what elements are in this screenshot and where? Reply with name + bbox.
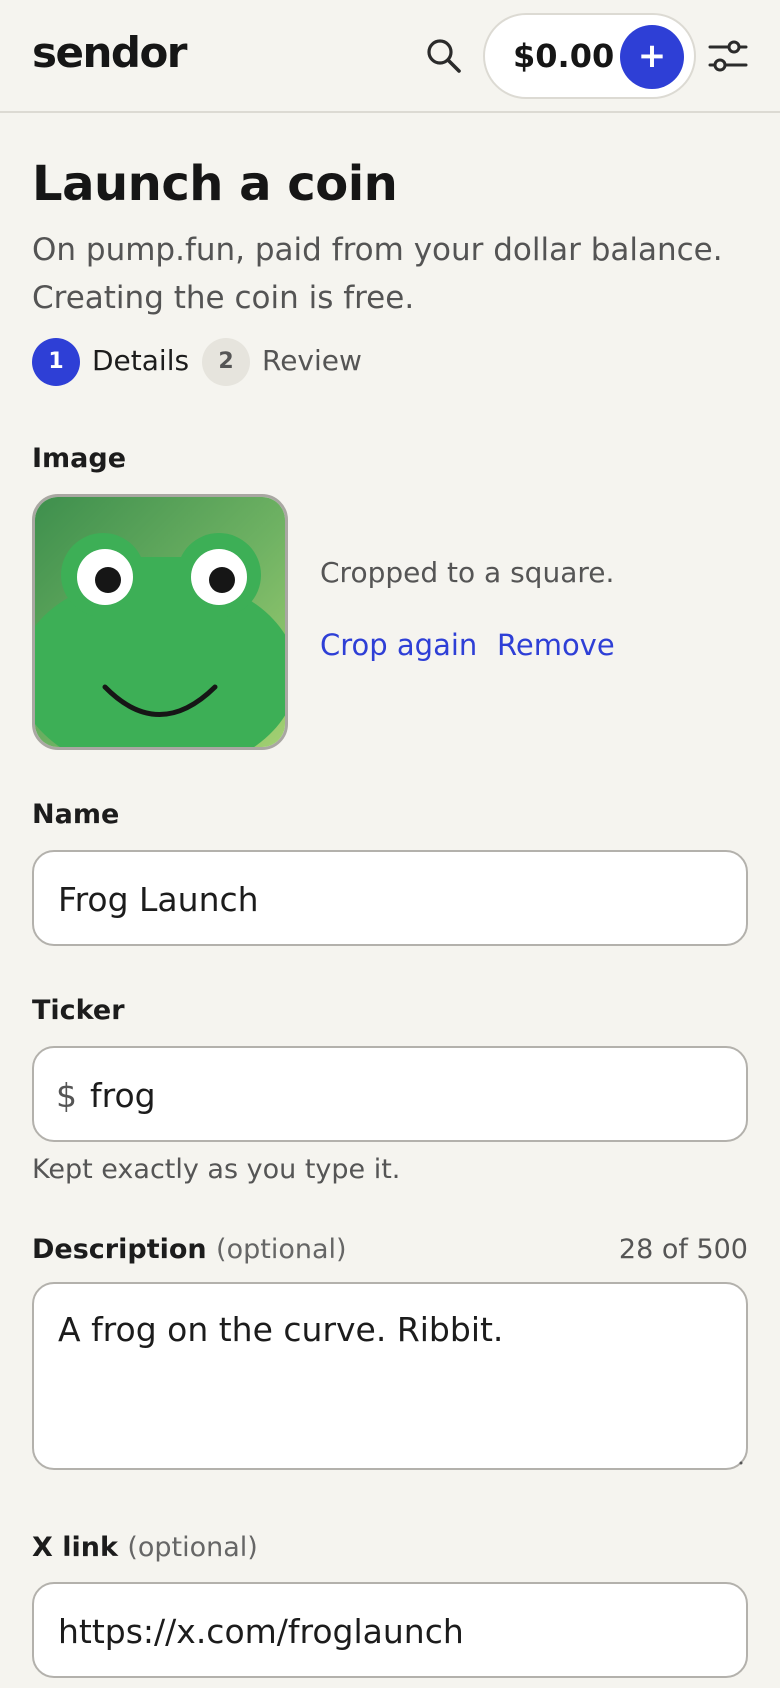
balance-pill[interactable]: $0.00 + [483,13,696,99]
description-char-counter: 28 of 500 [618,1234,748,1265]
ticker-input[interactable]: $ frog [32,1046,748,1142]
description-optional-tag: (optional) [216,1234,347,1265]
image-label: Image [32,443,127,474]
description-textarea[interactable]: A frog on the curve. Ribbit. [32,1282,748,1470]
x-link-value: https://x.com/froglaunch [58,1612,464,1651]
page-subtitle: On pump.fun, paid from your dollar balan… [32,232,723,316]
step-1-label: Details [92,344,190,377]
frog-image [35,497,285,747]
name-input[interactable]: Frog Launch [32,850,748,946]
step-2-indicator: 2 [202,338,250,386]
name-label: Name [32,799,120,830]
page-title: Launch a coin [32,156,398,212]
step-2-label: Review [262,344,362,377]
sliders-icon [708,40,748,72]
description-label: Description (optional) [32,1234,347,1265]
resize-handle-icon[interactable] [736,1458,744,1466]
x-link-optional-tag: (optional) [127,1532,258,1563]
image-crop-note: Cropped to a square. [320,556,615,589]
add-funds-button[interactable]: + [620,25,684,89]
name-input-value: Frog Launch [58,880,259,919]
ticker-prefix: $ [56,1076,77,1115]
step-1-indicator: 1 [32,338,80,386]
x-link-input[interactable]: https://x.com/froglaunch [32,1582,748,1678]
ticker-input-value: frog [90,1076,156,1115]
settings-button[interactable] [706,36,750,76]
x-link-label: X link (optional) [32,1532,258,1563]
ticker-label: Ticker [32,995,125,1026]
app-logo[interactable]: sendor [32,28,188,77]
coin-image-preview[interactable] [32,494,288,750]
app-header: sendor $0.00 + [0,0,780,113]
remove-image-link[interactable]: Remove [497,628,615,662]
x-link-label-text: X link [32,1532,118,1563]
balance-amount: $0.00 [513,37,615,75]
description-label-text: Description [32,1234,207,1265]
ticker-helper-text: Kept exactly as you type it. [32,1154,401,1185]
search-button[interactable] [424,36,464,76]
crop-again-link[interactable]: Crop again [320,628,477,662]
search-icon [427,39,461,73]
description-value: A frog on the curve. Ribbit. [58,1310,504,1349]
